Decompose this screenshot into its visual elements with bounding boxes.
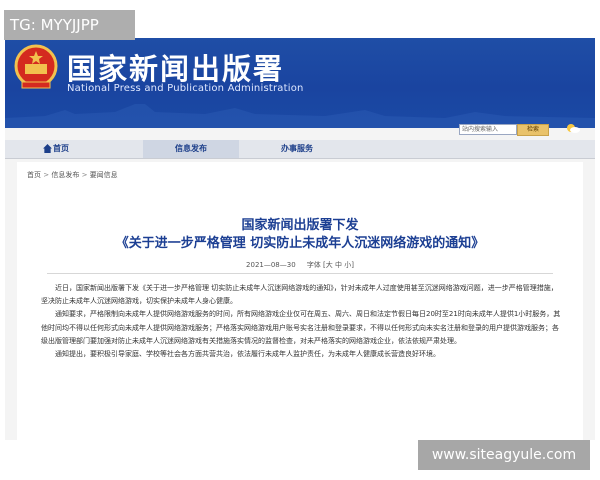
breadcrumb-separator: > (81, 171, 88, 179)
watermark-label: www.siteagyule.com (418, 440, 590, 470)
overlay-tag: TG: MYYJJPP (4, 10, 135, 40)
site-title: 国家新闻出版署 (67, 52, 285, 86)
breadcrumb-news[interactable]: 要闻信息 (90, 171, 118, 179)
divider (47, 273, 553, 274)
breadcrumb-separator: > (43, 171, 50, 179)
nav-service-label: 办事服务 (281, 144, 313, 153)
home-icon (43, 144, 52, 153)
weather-icon (567, 124, 580, 133)
article-title-line1: 国家新闻出版署下发 (241, 218, 359, 233)
breadcrumb-home[interactable]: 首页 (27, 171, 41, 179)
nav-home-label: 首页 (53, 144, 69, 153)
site-header-banner: 国家新闻出版署 National Press and Publication A… (5, 38, 595, 136)
article-date: 2021—08—30 (246, 261, 296, 269)
site-subtitle: National Press and Publication Administr… (67, 83, 304, 94)
main-nav: 首页 信息发布 办事服务 (5, 140, 595, 159)
search-button[interactable]: 检索 (517, 124, 549, 136)
nav-item-home[interactable]: 首页 (43, 140, 69, 158)
article-meta: 2021—08—30 字体 [大 中 小] (17, 260, 583, 270)
nav-item-info[interactable]: 信息发布 (143, 140, 239, 158)
screenshot-frame: 国家新闻出版署 National Press and Publication A… (5, 38, 595, 440)
national-emblem-icon (14, 44, 58, 89)
article-panel: 首页 > 信息发布 > 要闻信息 国家新闻出版署下发 《关于进一步严格管理 切实… (17, 162, 583, 440)
article-title-line2: 《关于进一步严格管理 切实防止未成年人沉迷网络游戏的通知》 (115, 236, 485, 251)
breadcrumb: 首页 > 信息发布 > 要闻信息 (27, 170, 118, 180)
nav-info-label: 信息发布 (175, 144, 207, 153)
nav-item-service[interactable]: 办事服务 (281, 140, 313, 158)
article-paragraph: 通知提出，要积极引导家庭、学校等社会各方面共营共治，依法履行未成年人监护责任，为… (55, 350, 440, 359)
article-body: 近日，国家新闻出版署下发《关于进一步严格管理 切实防止未成年人沉迷网络游戏的通知… (41, 282, 561, 361)
article-paragraph: 通知要求，严格限制向未成年人提供网络游戏服务的时间，所有网络游戏企业仅可在周五、… (41, 310, 561, 345)
article-paragraph: 近日，国家新闻出版署下发《关于进一步严格管理 切实防止未成年人沉迷网络游戏的通知… (41, 284, 558, 306)
search-input[interactable]: 站内搜索输入 (459, 124, 517, 135)
font-size-switcher[interactable]: 字体 [大 中 小] (307, 261, 354, 269)
breadcrumb-info[interactable]: 信息发布 (51, 171, 79, 179)
